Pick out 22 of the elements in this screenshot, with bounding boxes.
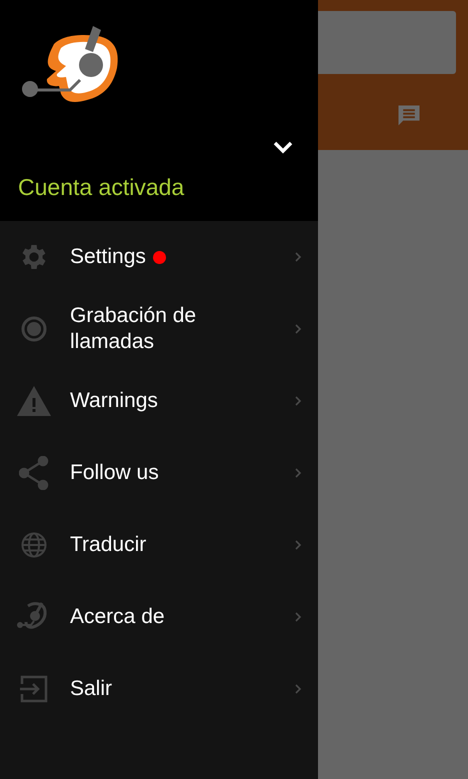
account-status: Cuenta activada xyxy=(18,174,186,201)
menu-item[interactable]: Follow us xyxy=(0,437,318,509)
menu-item[interactable]: Salir xyxy=(0,653,318,725)
record-icon xyxy=(21,316,47,342)
chevron-icon xyxy=(294,323,302,335)
menu-item[interactable]: Acerca de xyxy=(0,581,318,653)
chevron-icon xyxy=(294,683,302,695)
chevron-icon xyxy=(294,395,302,407)
menu-item[interactable]: Warnings xyxy=(0,365,318,437)
globe-icon xyxy=(21,532,47,558)
chevron-icon xyxy=(294,611,302,623)
expand-icon[interactable] xyxy=(273,140,293,154)
chevron-icon xyxy=(294,467,302,479)
chevron-icon xyxy=(294,251,302,263)
chevron-icon xyxy=(294,539,302,551)
menu-item[interactable]: Settings xyxy=(0,221,318,293)
share-icon xyxy=(19,456,49,490)
menu-item[interactable]: Traducir xyxy=(0,509,318,581)
exit-icon xyxy=(20,675,48,703)
warning-icon xyxy=(16,385,52,417)
menu-item[interactable]: Grabación de llamadas xyxy=(0,293,318,365)
search-field[interactable] xyxy=(318,11,456,74)
